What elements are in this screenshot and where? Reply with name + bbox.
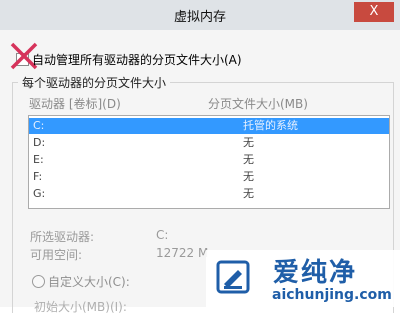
- drive-size: 无: [243, 153, 254, 166]
- window-title: 虚拟内存: [173, 10, 226, 25]
- selected-drive-value: C:: [156, 228, 169, 242]
- free-space-value: 12722 M: [156, 246, 209, 260]
- free-space-label: 可用空间:: [30, 248, 83, 262]
- drive-list[interactable]: C: 托管的系统 D: 无 E: 无 F: 无 G: 无: [28, 115, 390, 209]
- watermark-url: aichunjing.com: [272, 287, 392, 303]
- drive-size: 无: [243, 170, 254, 183]
- custom-size-radio[interactable]: [32, 275, 45, 288]
- drive-name: E:: [33, 153, 44, 166]
- drive-row[interactable]: D: 无: [29, 135, 389, 151]
- selected-drive-label: 所选驱动器:: [30, 230, 95, 244]
- drive-size: 无: [243, 136, 254, 149]
- size-column-header: 分页文件大小(MB): [208, 97, 308, 111]
- drive-column-header: 驱动器 [卷标](D): [29, 97, 121, 111]
- drive-name: F:: [33, 170, 43, 183]
- drive-size: 无: [243, 187, 254, 200]
- drive-name: D:: [33, 136, 46, 149]
- drive-row[interactable]: F: 无: [29, 169, 389, 185]
- title-bar: 虚拟内存 X: [0, 0, 400, 31]
- drive-row[interactable]: G: 无: [29, 186, 389, 202]
- group-title: 每个驱动器的分页文件大小: [18, 74, 171, 91]
- custom-size-label[interactable]: 自定义大小(C):: [48, 273, 130, 290]
- drive-row[interactable]: E: 无: [29, 152, 389, 168]
- drive-size: 托管的系统: [243, 119, 298, 132]
- drive-row[interactable]: C: 托管的系统: [29, 118, 389, 134]
- watermark-text: 爱纯净: [273, 258, 358, 288]
- drive-name: G:: [33, 187, 46, 200]
- close-button[interactable]: X: [354, 2, 394, 22]
- watermark: 爱纯净 aichunjing.com: [206, 250, 400, 307]
- drive-name: C:: [33, 119, 45, 132]
- aichunjing-logo-icon: [216, 260, 250, 294]
- auto-manage-label[interactable]: 自动管理所有驱动器的分页文件大小(A): [32, 51, 242, 68]
